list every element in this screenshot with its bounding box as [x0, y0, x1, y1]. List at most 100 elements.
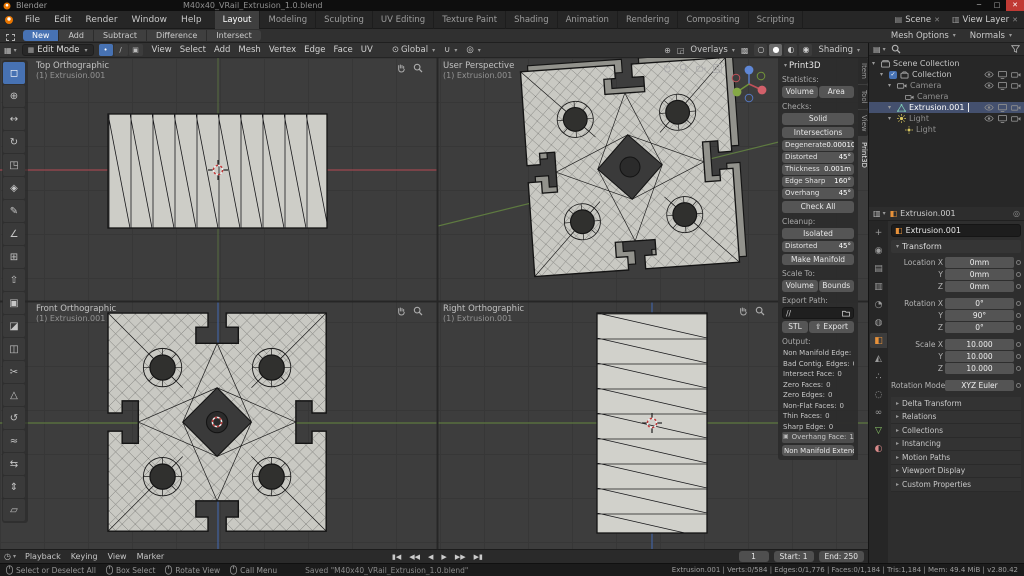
tool-button[interactable]: ▣ — [3, 292, 25, 314]
collapsed-panel-header[interactable]: ▸ Motion Paths — [891, 451, 1021, 465]
tool-mode-button[interactable]: Difference — [147, 30, 207, 41]
play-reverse-button[interactable]: ◀ — [426, 551, 435, 563]
next-keyframe-button[interactable]: ▶▶ — [453, 551, 468, 563]
report-row[interactable]: Zero Faces:0 — [782, 380, 854, 391]
disable-render-icon[interactable] — [1011, 71, 1021, 78]
face-select-button[interactable]: ▣ — [129, 44, 143, 56]
properties-tab[interactable]: ◍ — [870, 315, 887, 330]
properties-tab[interactable]: ▥ — [870, 279, 887, 294]
menu-item[interactable]: Marker — [132, 550, 170, 564]
xray-toggle[interactable]: ▩ — [741, 46, 749, 55]
tool-button[interactable]: ◈ — [3, 177, 25, 199]
tool-mode-button[interactable]: Intersect — [207, 30, 260, 41]
vertex-select-button[interactable]: • — [99, 44, 113, 56]
tool-button[interactable]: ≈ — [3, 430, 25, 452]
workspace-tab[interactable]: Sculpting — [316, 11, 373, 29]
edge-select-button[interactable]: / — [114, 44, 128, 56]
properties-tab[interactable]: ∴ — [870, 369, 887, 384]
menu-item[interactable]: Window — [125, 11, 175, 29]
tool-button[interactable]: ▱ — [3, 499, 25, 521]
menu-item[interactable]: Help — [174, 11, 209, 29]
tool-button[interactable]: ◪ — [3, 315, 25, 337]
sidebar-tab[interactable]: Print3D — [858, 137, 868, 173]
hide-toggle-eye-icon[interactable] — [984, 115, 994, 122]
value-field[interactable]: 0° — [945, 298, 1014, 309]
tool-mode-button[interactable]: New — [23, 30, 59, 41]
check-threshold-field[interactable]: Degenerate0.00010 — [782, 140, 854, 151]
tool-button[interactable]: ✂ — [3, 361, 25, 383]
outliner-row[interactable]: Camera — [869, 91, 1024, 102]
pan-icon[interactable] — [738, 306, 748, 316]
disable-viewport-icon[interactable] — [998, 115, 1007, 123]
menu-item[interactable]: Keying — [66, 550, 103, 564]
animate-dot[interactable] — [1016, 342, 1021, 347]
transform-panel-header[interactable]: ▾ Transform — [891, 240, 1021, 253]
animate-dot[interactable] — [1016, 301, 1021, 306]
expand-arrow[interactable]: ▾ — [880, 71, 886, 78]
hide-toggle-eye-icon[interactable] — [984, 71, 994, 78]
tool-button[interactable]: ◳ — [3, 154, 25, 176]
disable-render-icon[interactable] — [1011, 104, 1021, 111]
menu-item[interactable]: Vertex — [265, 43, 300, 58]
pin-icon[interactable]: ◎ — [1013, 209, 1020, 218]
menu-item[interactable]: Mesh — [234, 43, 264, 58]
print3d-panel-header[interactable]: ▾Print3D — [782, 60, 854, 71]
area-button[interactable]: Area — [819, 86, 855, 98]
snap-toggle[interactable]: ∪▾ — [444, 45, 457, 55]
value-field[interactable]: 10.000 — [945, 339, 1014, 350]
properties-tab[interactable]: ◭ — [870, 351, 887, 366]
outliner-row[interactable]: ▾ Extrusion.001 — [869, 102, 1024, 113]
collapsed-panel-header[interactable]: ▸ Instancing — [891, 438, 1021, 452]
close-button[interactable]: ✕ — [1006, 0, 1024, 11]
jump-to-start-button[interactable]: ▮◀ — [390, 551, 403, 563]
workspace-tab[interactable]: UV Editing — [373, 11, 434, 29]
report-row[interactable]: Sharp Edge:0 — [782, 422, 854, 433]
outliner-row[interactable]: Light — [869, 124, 1024, 135]
file-browse-icon[interactable] — [842, 310, 850, 317]
check-intersections-button[interactable]: Intersections — [782, 127, 854, 138]
animate-dot[interactable] — [1016, 383, 1021, 388]
current-frame-field[interactable]: 1 — [739, 551, 769, 562]
outliner-row[interactable]: ▾ Scene Collection — [869, 58, 1024, 69]
menu-item[interactable]: Render — [79, 11, 125, 29]
value-field[interactable]: 0mm — [945, 281, 1014, 292]
properties-tab[interactable]: + — [870, 225, 887, 240]
menu-item[interactable]: Select — [176, 43, 210, 58]
expand-arrow[interactable]: ▾ — [888, 82, 894, 89]
cleanup-isolated-button[interactable]: Isolated — [782, 228, 854, 239]
filter-icon[interactable] — [1011, 45, 1020, 53]
viewport-bottom-left[interactable] — [0, 302, 437, 549]
check-threshold-field[interactable]: Distorted45° — [782, 152, 854, 163]
animate-dot[interactable] — [1016, 366, 1021, 371]
cleanup-distorted-field[interactable]: Distorted 45° — [782, 241, 854, 252]
tool-button[interactable]: ✎ — [3, 200, 25, 222]
tool-button[interactable]: ◻ — [3, 62, 25, 84]
check-threshold-field[interactable]: Edge Sharp160° — [782, 176, 854, 187]
mesh-front-view[interactable] — [108, 313, 326, 531]
properties-editor-button[interactable]: ▥▾ — [873, 209, 886, 218]
menu-item[interactable]: View — [103, 550, 132, 564]
tool-button[interactable]: ⊕ — [3, 85, 25, 107]
outliner-editor-button[interactable]: ▤▾ — [873, 45, 886, 54]
pan-icon[interactable] — [662, 63, 672, 73]
blender-menu-icon[interactable] — [0, 15, 18, 25]
outliner-row[interactable]: ▾ Light — [869, 113, 1024, 124]
export-format-dropdown[interactable]: STL — [782, 321, 808, 333]
timeline-editor-button[interactable]: ◷▾ — [4, 552, 16, 561]
make-manifold-button[interactable]: Make Manifold — [782, 254, 854, 265]
menu-item[interactable]: Face — [330, 43, 357, 58]
outliner-row[interactable]: ▾ ✓ Collection — [869, 69, 1024, 80]
report-row[interactable]: Thin Faces:0 — [782, 411, 854, 422]
normals-dropdown[interactable]: Normals▾ — [970, 31, 1012, 41]
expand-arrow[interactable]: ▾ — [872, 60, 878, 67]
disable-render-icon[interactable] — [1011, 115, 1021, 122]
menu-item[interactable]: File — [18, 11, 47, 29]
3d-viewport[interactable]: ◻⊕↔↻◳◈✎∠⊞⇧▣◪◫✂△↺≈⇆⇕▱ Top Orthographic(1)… — [0, 58, 868, 549]
tool-mode-button[interactable]: Add — [59, 30, 94, 41]
overlays-toggle-icon[interactable]: ◲ — [677, 46, 685, 55]
sidebar-tab[interactable]: View — [858, 110, 868, 137]
workspace-tab[interactable]: Scripting — [749, 11, 804, 29]
overlays-dropdown[interactable]: Overlays▾ — [690, 45, 735, 55]
editor-type-button[interactable]: ▦▾ — [4, 46, 17, 55]
hide-toggle-eye-icon[interactable] — [984, 82, 994, 89]
